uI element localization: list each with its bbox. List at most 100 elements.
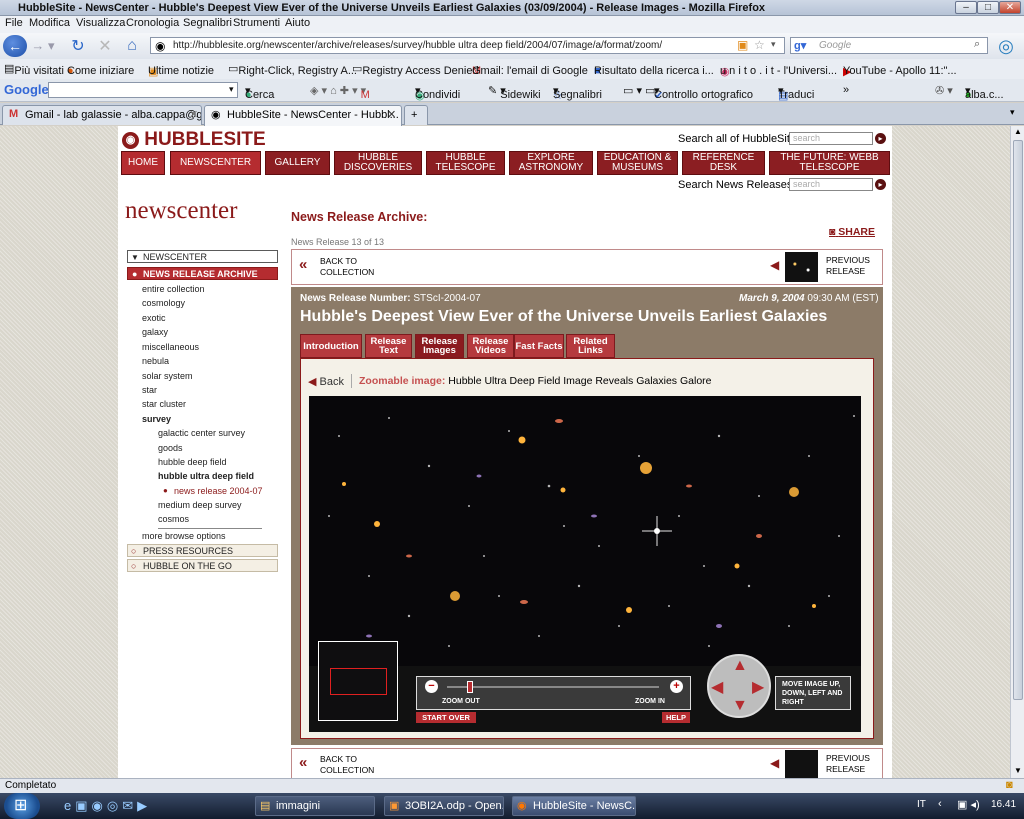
- new-tab-button[interactable]: +: [404, 105, 428, 125]
- url-bar[interactable]: ◉ http://hubblesite.org/newscenter/archi…: [150, 37, 785, 54]
- sidebar-link-nebula[interactable]: nebula: [142, 356, 169, 366]
- menu-aiuto[interactable]: Aiuto: [285, 17, 310, 29]
- sidebar-link-goods[interactable]: goods: [158, 443, 183, 453]
- sidebar-link-current-release[interactable]: news release 2004-07: [174, 486, 263, 496]
- site-search-input[interactable]: search: [789, 132, 873, 145]
- home-icon[interactable]: ⌂: [122, 36, 142, 56]
- zoom-out-icon[interactable]: −: [425, 680, 438, 693]
- nav-newscenter[interactable]: NEWSCENTER: [170, 151, 261, 175]
- nav-explore-astronomy[interactable]: EXPLORE ASTRONOMY: [509, 151, 593, 175]
- tab-introduction[interactable]: Introduction: [300, 334, 362, 358]
- translate-button[interactable]: ▤ Traduci ▾: [778, 84, 814, 102]
- pan-control[interactable]: ▲ ▼ ◀ ▶: [707, 654, 771, 718]
- nav-education-museums[interactable]: EDUCATION & MUSEUMS: [597, 151, 678, 175]
- tab-hubblesite[interactable]: ◉ HubbleSite - NewsCenter - Hubbl... ✕: [204, 105, 402, 126]
- viewport-indicator[interactable]: [330, 668, 387, 695]
- status-addon-icon[interactable]: ◙: [1006, 779, 1013, 791]
- deep-field-image-viewer[interactable]: − + ZOOM OUT ZOOM IN START OVER HELP ▲ ▼…: [309, 396, 861, 732]
- site-search-go-icon[interactable]: ▸: [875, 133, 886, 144]
- nav-reference-desk[interactable]: REFERENCE DESK: [682, 151, 765, 175]
- close-tab-icon[interactable]: ✕: [189, 108, 198, 121]
- spellcheck-button[interactable]: ✔ Controllo ortografico ▾: [654, 84, 753, 102]
- quicklaunch-icons[interactable]: e▣◉◎✉▶: [64, 798, 151, 814]
- tray-expand-icon[interactable]: ‹: [938, 798, 942, 810]
- reload-icon[interactable]: ↻: [68, 36, 88, 56]
- sidewiki-button[interactable]: ✎ Sidewiki ▾: [488, 84, 541, 101]
- close-window-button[interactable]: ✕: [999, 1, 1021, 14]
- sidebar-news-release-archive[interactable]: ● NEWS RELEASE ARCHIVE: [127, 267, 278, 280]
- search-bar[interactable]: g▾ Google ⌕: [790, 37, 988, 54]
- google-toolbar-input[interactable]: ▾: [48, 82, 238, 98]
- sidebar-link-miscellaneous[interactable]: miscellaneous: [142, 342, 199, 352]
- bookmark-item[interactable]: ▭ Registry Access Denied: [352, 62, 479, 77]
- sidebar-link-hubble-deep-field[interactable]: hubble deep field: [158, 457, 227, 467]
- segnalibri-button[interactable]: ☆ Segnalibri ▾: [553, 84, 602, 102]
- menu-cronologia[interactable]: Cronologia: [126, 17, 179, 29]
- tab-release-videos[interactable]: Release Videos: [467, 334, 514, 358]
- start-button[interactable]: ⊞: [4, 793, 40, 819]
- bookmark-item[interactable]: ▤ Più visitati: [4, 62, 64, 77]
- nav-webb-telescope[interactable]: THE FUTURE: WEBB TELESCOPE: [769, 151, 890, 175]
- tray-icons[interactable]: ▣ ◂): [957, 798, 980, 811]
- close-tab-icon[interactable]: ✕: [387, 108, 396, 121]
- back-to-collection-link[interactable]: « BACK TO COLLECTION: [299, 255, 379, 279]
- nav-hubble-telescope[interactable]: HUBBLE TELESCOPE: [426, 151, 505, 175]
- sidebar-link-exotic[interactable]: exotic: [142, 313, 166, 323]
- sidebar-link-solar-system[interactable]: solar system: [142, 371, 193, 381]
- search-icon[interactable]: ⌕: [974, 38, 980, 51]
- sidebar-link-entire-collection[interactable]: entire collection: [142, 284, 205, 294]
- sidebar-more-browse-options[interactable]: more browse options: [142, 531, 226, 541]
- pan-up-icon[interactable]: ▲: [732, 657, 748, 675]
- rss-icon[interactable]: ▣: [737, 38, 748, 52]
- nav-hubble-discoveries[interactable]: HUBBLE DISCOVERIES: [334, 151, 422, 175]
- sidebar-link-star-cluster[interactable]: star cluster: [142, 399, 186, 409]
- sidebar-link-galactic-center-survey[interactable]: galactic center survey: [158, 428, 245, 438]
- sidebar-hubble-on-the-go[interactable]: ○ HUBBLE ON THE GO: [127, 559, 278, 572]
- menu-segnalibri[interactable]: Segnalibri: [183, 17, 232, 29]
- minimize-button[interactable]: –: [955, 1, 977, 14]
- start-over-button[interactable]: START OVER: [416, 712, 476, 723]
- url-dropdown-icon[interactable]: ▾: [771, 39, 776, 50]
- previous-release-link[interactable]: ◀ PREVIOUS RELEASE: [770, 252, 880, 282]
- menu-file[interactable]: File: [5, 17, 23, 29]
- tab-release-images[interactable]: Release Images: [415, 334, 464, 358]
- menu-modifica[interactable]: Modifica: [29, 17, 70, 29]
- scroll-thumb[interactable]: [1013, 140, 1023, 700]
- news-search-go-icon[interactable]: ▸: [875, 179, 886, 190]
- zoom-slider-track[interactable]: [447, 686, 659, 688]
- zoom-back-link[interactable]: ◀ Back: [308, 375, 344, 388]
- toolbar-more-icons[interactable]: ▭ ▾ ▭: [623, 84, 655, 97]
- google-search-button[interactable]: ● Cerca ▾: [245, 84, 274, 101]
- more-button[interactable]: »: [843, 84, 849, 96]
- bookmark-item[interactable]: ▭ Right-Click, Registry A...: [228, 62, 357, 77]
- addon-icon[interactable]: ◎: [995, 35, 1017, 57]
- sidebar-press-resources[interactable]: ○ PRESS RESOURCES: [127, 544, 278, 557]
- share-link[interactable]: ◙ SHARE: [829, 226, 875, 238]
- navigator-thumbnail[interactable]: [318, 641, 398, 721]
- sidebar-link-cosmology[interactable]: cosmology: [142, 298, 185, 308]
- nav-gallery[interactable]: GALLERY: [265, 151, 330, 175]
- sidebar-link-star[interactable]: star: [142, 385, 157, 395]
- hubblesite-logo[interactable]: ◉ HUBBLESITE: [122, 129, 266, 151]
- tab-gmail[interactable]: M Gmail - lab galassie - alba.cappa@g...…: [2, 105, 202, 125]
- toolbar-icons[interactable]: ◈ ▾ ⌂ ✚ ▾ M ▾: [310, 84, 370, 101]
- stop-icon[interactable]: ✕: [95, 36, 115, 56]
- menu-visualizza[interactable]: Visualizza: [76, 17, 125, 29]
- menu-strumenti[interactable]: Strumenti: [233, 17, 280, 29]
- pan-right-icon[interactable]: ▶: [752, 677, 764, 697]
- wrench-icon[interactable]: ✇ ▾: [935, 84, 953, 97]
- sidebar-link-galaxy[interactable]: galaxy: [142, 327, 168, 337]
- scroll-down-icon[interactable]: ▼: [1014, 766, 1022, 775]
- taskbar-item-openoffice[interactable]: ▣ 3OBI2A.odp - Open...: [384, 796, 504, 816]
- language-indicator[interactable]: IT: [917, 799, 926, 810]
- back-button[interactable]: ←: [3, 35, 27, 57]
- sidebar-link-hubble-ultra-deep-field[interactable]: hubble ultra deep field: [158, 471, 254, 481]
- news-search-input[interactable]: search: [789, 178, 873, 191]
- vertical-scrollbar[interactable]: ▲ ▼: [1010, 126, 1024, 778]
- sidebar-link-medium-deep-survey[interactable]: medium deep survey: [158, 500, 242, 510]
- zoom-slider-handle[interactable]: [467, 681, 473, 693]
- user-account[interactable]: ● alba.c... ▾: [965, 84, 1004, 101]
- scroll-up-icon[interactable]: ▲: [1014, 127, 1022, 136]
- nav-home[interactable]: HOME: [121, 151, 165, 175]
- pan-left-icon[interactable]: ◀: [711, 677, 723, 697]
